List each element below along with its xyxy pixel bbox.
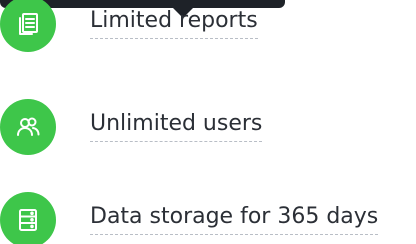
feature-label[interactable]: Data storage for 365 days: [90, 203, 379, 235]
feature-label[interactable]: Limited reports: [90, 7, 258, 39]
pricing-features: Limited reports Unlimited users Data sto…: [0, 0, 416, 244]
feature-item-storage: Data storage for 365 days: [0, 192, 416, 244]
feature-label[interactable]: Unlimited users: [90, 110, 263, 142]
users-icon: [0, 99, 56, 155]
feature-item-reports: Limited reports: [0, 0, 416, 52]
storage-icon: [0, 192, 56, 244]
reports-icon: [0, 0, 56, 52]
feature-item-users: Unlimited users: [0, 99, 416, 155]
